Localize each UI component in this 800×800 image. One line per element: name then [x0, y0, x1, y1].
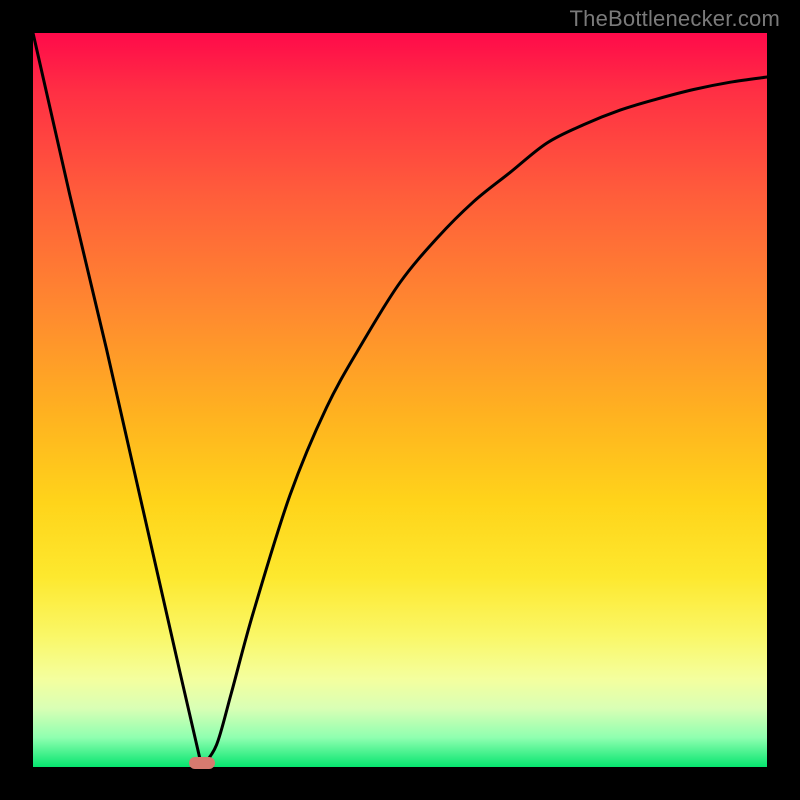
chart-frame: TheBottlenecker.com	[0, 0, 800, 800]
optimum-marker	[189, 757, 215, 769]
watermark-text: TheBottlenecker.com	[570, 6, 780, 32]
plot-area	[33, 33, 767, 767]
curve-path	[33, 33, 767, 767]
bottleneck-curve	[33, 33, 767, 767]
